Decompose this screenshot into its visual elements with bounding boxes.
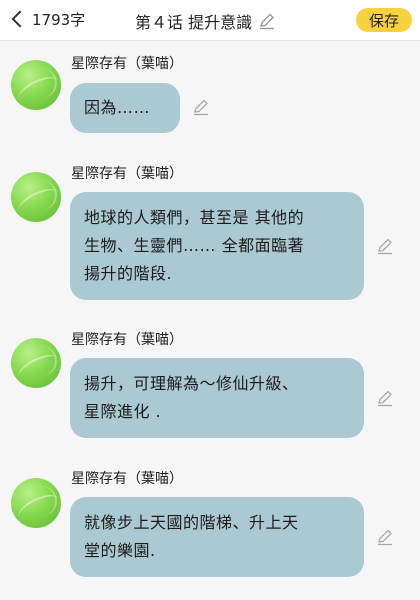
chapter-title[interactable]: 第４话 提升意識: [135, 9, 276, 33]
author-name: 星際存有（葉喵）: [71, 332, 183, 348]
message-line: 就像步上天國的階梯、升上天: [84, 513, 299, 532]
message-bubble[interactable]: 就像步上天國的階梯、升上天 堂的樂園.: [70, 497, 364, 577]
avatar[interactable]: [11, 172, 61, 222]
author-name: 星際存有（葉喵）: [71, 471, 183, 487]
message-line: 星際進化 .: [84, 402, 162, 421]
message-line: 揚升的階段.: [84, 264, 173, 283]
pencil-icon[interactable]: [258, 12, 276, 30]
chapter-title-text: 第４话 提升意識: [135, 13, 253, 32]
chevron-left-icon[interactable]: [11, 10, 29, 28]
avatar[interactable]: [11, 338, 61, 388]
avatar[interactable]: [11, 478, 61, 528]
pencil-icon[interactable]: [376, 528, 394, 546]
word-count: 1793字: [32, 10, 86, 29]
author-name: 星際存有（葉喵）: [71, 56, 183, 72]
pencil-icon[interactable]: [376, 389, 394, 407]
pencil-icon[interactable]: [192, 98, 210, 116]
pencil-icon[interactable]: [376, 237, 394, 255]
top-bar: 1793字 第４话 提升意識 保存: [0, 0, 420, 41]
message-line: 地球的人類們，甚至是 其他的: [84, 208, 305, 227]
message-bubble[interactable]: 因為……: [70, 83, 180, 133]
save-button[interactable]: 保存: [356, 8, 412, 32]
message-line: 揚升，可理解為～修仙升級、: [84, 374, 299, 393]
message-line: 生物、生靈們…… 全都面臨著: [84, 236, 305, 255]
back-button[interactable]: 1793字: [8, 6, 85, 32]
message-line: 因為……: [84, 98, 151, 117]
message-line: 堂的樂園.: [84, 541, 156, 560]
message-bubble[interactable]: 揚升，可理解為～修仙升級、 星際進化 .: [70, 358, 364, 438]
author-name: 星際存有（葉喵）: [71, 166, 183, 182]
avatar[interactable]: [11, 60, 61, 110]
message-bubble[interactable]: 地球的人類們，甚至是 其他的 生物、生靈們…… 全都面臨著 揚升的階段.: [70, 192, 364, 300]
